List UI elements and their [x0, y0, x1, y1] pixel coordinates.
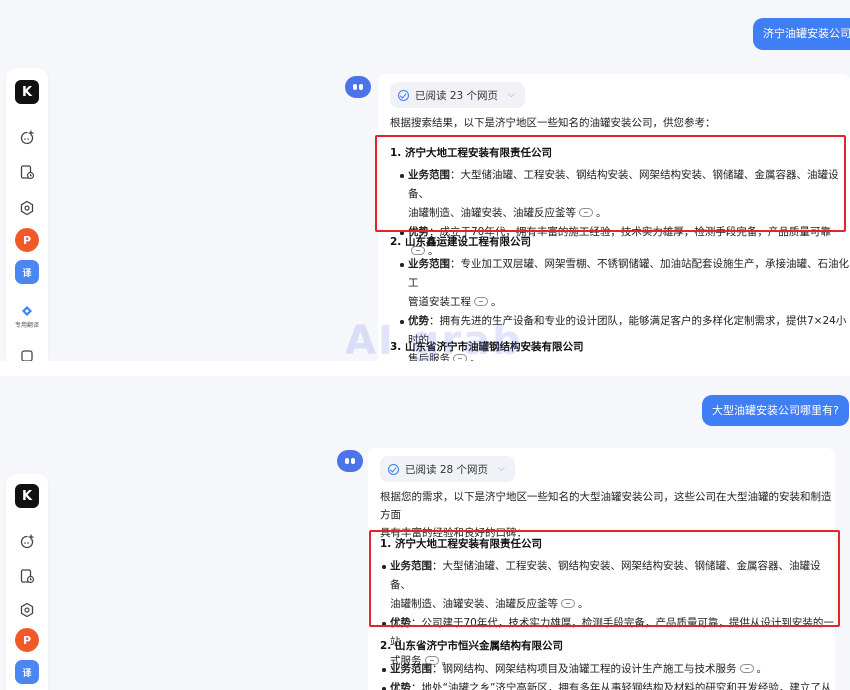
highlight-box — [369, 530, 840, 627]
detail-label: 业务范围 — [408, 258, 450, 270]
detail-label: 优势 — [390, 682, 411, 690]
read-sources-label: 已阅读 23 个网页 — [415, 89, 499, 102]
user-message-bubble: 济宁油罐安装公司 — [753, 18, 850, 50]
translate-tool-label: 专用翻译 — [14, 322, 39, 329]
read-sources-label: 已阅读 28 个网页 — [405, 463, 489, 476]
company-heading-2: 2. 山东鑫运建设工程有限公司 — [390, 236, 531, 248]
highlight-box — [375, 135, 846, 232]
kimi-logo-icon[interactable]: K — [15, 80, 39, 104]
panel-separator — [0, 361, 850, 376]
source-link-icon[interactable] — [474, 297, 488, 306]
detail-business-scope: 业务范围：专业加工双层罐、网架雪棚、不锈钢储罐、加油站配套设施生产，承接油罐、石… — [400, 255, 850, 312]
kimi-logo-icon[interactable]: K — [15, 484, 39, 508]
explore-icon[interactable] — [15, 598, 39, 622]
detail-business-scope: 业务范围：钢网结构、网架结构项目及油罐工程的设计生产施工与技术服务。 — [382, 660, 835, 679]
new-chat-icon[interactable] — [15, 530, 39, 554]
read-sources-toggle[interactable]: 已阅读 28 个网页 ⌵ — [380, 456, 515, 482]
explore-icon[interactable] — [15, 196, 39, 220]
check-circle-icon — [398, 89, 409, 101]
detail-label: 业务范围 — [390, 663, 432, 675]
read-sources-toggle[interactable]: 已阅读 23 个网页 ⌵ — [390, 82, 525, 108]
sidebar: K P 译 — [6, 474, 48, 690]
ppt-assistant-icon[interactable]: P — [15, 228, 39, 252]
assistant-avatar-icon — [345, 76, 371, 98]
user-message-bubble: 大型油罐安装公司哪里有? — [702, 395, 849, 426]
watermark: AI grab — [345, 318, 523, 361]
assistant-avatar-icon — [337, 450, 363, 472]
history-icon[interactable] — [15, 160, 39, 184]
company-details-2: 业务范围：钢网结构、网架结构项目及油罐工程的设计生产施工与技术服务。 优势：地处… — [382, 660, 835, 690]
more-icon[interactable] — [15, 344, 39, 361]
source-link-icon[interactable] — [739, 664, 754, 673]
sidebar: K P 译 专用翻译 — [6, 68, 48, 361]
chevron-down-icon: ⌵ — [508, 90, 515, 100]
chat-panel-top: 济宁油罐安装公司 K P 译 专用翻译 已阅读 23 个网页 ⌵ 根据搜索结果，… — [0, 0, 850, 361]
mini-app-icon[interactable]: 译 — [15, 660, 39, 684]
new-chat-icon[interactable] — [15, 126, 39, 150]
company-heading-2: 2. 山东省济宁市恒兴金属结构有限公司 — [380, 640, 563, 652]
ppt-assistant-icon[interactable]: P — [15, 628, 39, 652]
translate-tool-icon[interactable] — [15, 304, 39, 320]
user-message-text: 大型油罐安装公司哪里有? — [712, 404, 839, 417]
user-message-text: 济宁油罐安装公司 — [763, 27, 850, 40]
reply-intro: 根据搜索结果，以下是济宁地区一些知名的油罐安装公司，供您参考： — [390, 117, 716, 129]
check-circle-icon — [388, 463, 399, 475]
chevron-down-icon: ⌵ — [498, 464, 505, 474]
mini-app-icon[interactable]: 译 — [15, 260, 39, 284]
detail-advantage: 优势：地处“油罐之乡”济宁高新区，拥有多年从事轻钢结构及材料的研究和开发经验，建… — [382, 679, 835, 690]
history-icon[interactable] — [15, 564, 39, 588]
chat-panel-bottom: 大型油罐安装公司哪里有? K P 译 已阅读 28 个网页 ⌵ 根据您的需求，以… — [0, 376, 850, 690]
